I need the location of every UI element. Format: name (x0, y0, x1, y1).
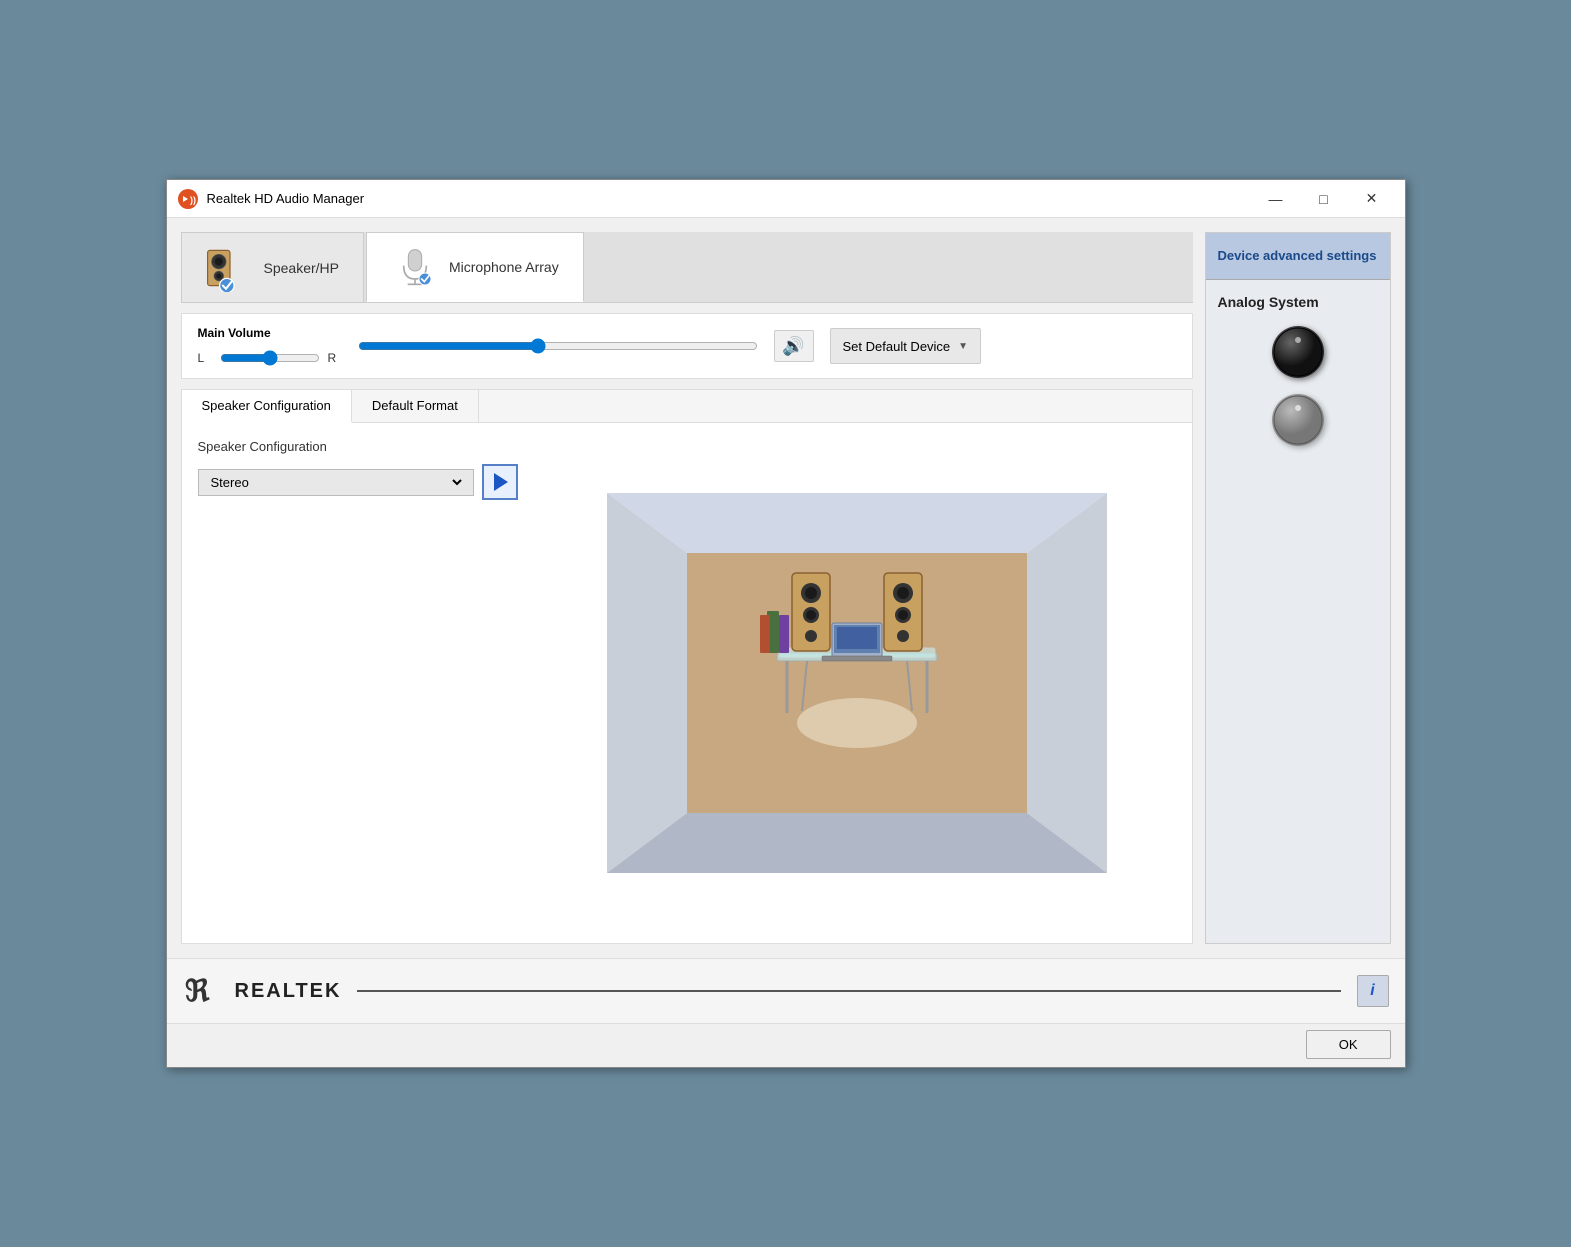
right-label: R (328, 351, 342, 365)
window-controls: — □ ✕ (1253, 184, 1395, 214)
tab-microphone-label: Microphone Array (449, 259, 559, 275)
app-icon: )) (177, 188, 199, 210)
volume-label: Main Volume (198, 326, 342, 340)
room-visualization (538, 439, 1176, 927)
analog-system-title: Analog System (1206, 280, 1390, 318)
tab-speaker[interactable]: Speaker/HP (181, 232, 364, 302)
left-label: L (198, 351, 212, 365)
svg-text:)): )) (190, 195, 196, 205)
analog-knob-1[interactable] (1272, 326, 1324, 378)
device-tabs: Speaker/HP (181, 232, 1193, 303)
set-default-button[interactable]: Set Default Device ▼ (830, 328, 982, 364)
brand-name: REALTEK (235, 980, 342, 1003)
device-advanced-settings-header[interactable]: Device advanced settings (1206, 233, 1390, 279)
config-tabs: Speaker Configuration Default Format (182, 390, 1192, 423)
svg-text:ℜ: ℜ (185, 975, 210, 1008)
close-button[interactable]: ✕ (1349, 184, 1395, 214)
titlebar: )) Realtek HD Audio Manager — □ ✕ (167, 180, 1405, 218)
footer-divider-line (357, 990, 1340, 992)
maximize-button[interactable]: □ (1301, 184, 1347, 214)
ok-row: OK (167, 1023, 1405, 1067)
volume-slider[interactable] (358, 338, 758, 354)
config-tab-speaker-label: Speaker Configuration (202, 398, 331, 413)
volume-section: Main Volume L R 🔊 Set Default Device ▼ (181, 313, 1193, 379)
tab-speaker-label: Speaker/HP (264, 260, 339, 276)
dropdown-row: Stereo Quadraphonic 5.1 Surround 7.1 Sur… (198, 464, 518, 500)
realtek-logo: ℜ REALTEK (183, 969, 342, 1013)
config-tab-default-format[interactable]: Default Format (352, 390, 479, 422)
balance-row: L R (198, 350, 342, 366)
right-panel: Device advanced settings Analog System (1205, 232, 1391, 944)
main-content: Speaker/HP (167, 218, 1405, 958)
microphone-icon (391, 243, 439, 291)
ok-button[interactable]: OK (1306, 1030, 1391, 1059)
tab-microphone[interactable]: Microphone Array (366, 232, 584, 302)
left-panel: Speaker/HP (181, 232, 1193, 944)
speaker-icon (206, 244, 254, 292)
mute-icon: 🔊 (782, 336, 804, 357)
balance-slider[interactable] (220, 350, 320, 366)
config-content: Speaker Configuration Stereo Quadraphoni… (182, 423, 1192, 943)
speaker-config-dropdown[interactable]: Stereo Quadraphonic 5.1 Surround 7.1 Sur… (207, 474, 465, 491)
play-icon (494, 473, 508, 491)
volume-controls: Main Volume L R (198, 326, 342, 366)
config-section: Speaker Configuration Default Format Spe… (181, 389, 1193, 944)
config-tab-default-format-label: Default Format (372, 398, 458, 413)
footer: ℜ REALTEK i (167, 958, 1405, 1023)
minimize-button[interactable]: — (1253, 184, 1299, 214)
room-svg (607, 483, 1107, 883)
window-title: Realtek HD Audio Manager (207, 191, 1253, 206)
set-default-label: Set Default Device (843, 339, 951, 354)
dropdown-container: Stereo Quadraphonic 5.1 Surround 7.1 Sur… (198, 469, 474, 496)
speaker-config-panel: Speaker Configuration Stereo Quadraphoni… (198, 439, 518, 927)
play-button[interactable] (482, 464, 518, 500)
analog-knob-2[interactable] (1272, 394, 1324, 446)
info-button[interactable]: i (1357, 975, 1389, 1007)
app-window: )) Realtek HD Audio Manager — □ ✕ (166, 179, 1406, 1068)
realtek-logo-icon: ℜ (183, 969, 227, 1013)
config-tab-speaker[interactable]: Speaker Configuration (182, 390, 352, 423)
mute-button[interactable]: 🔊 (774, 330, 814, 362)
config-label: Speaker Configuration (198, 439, 518, 454)
dropdown-arrow-icon: ▼ (958, 341, 968, 352)
